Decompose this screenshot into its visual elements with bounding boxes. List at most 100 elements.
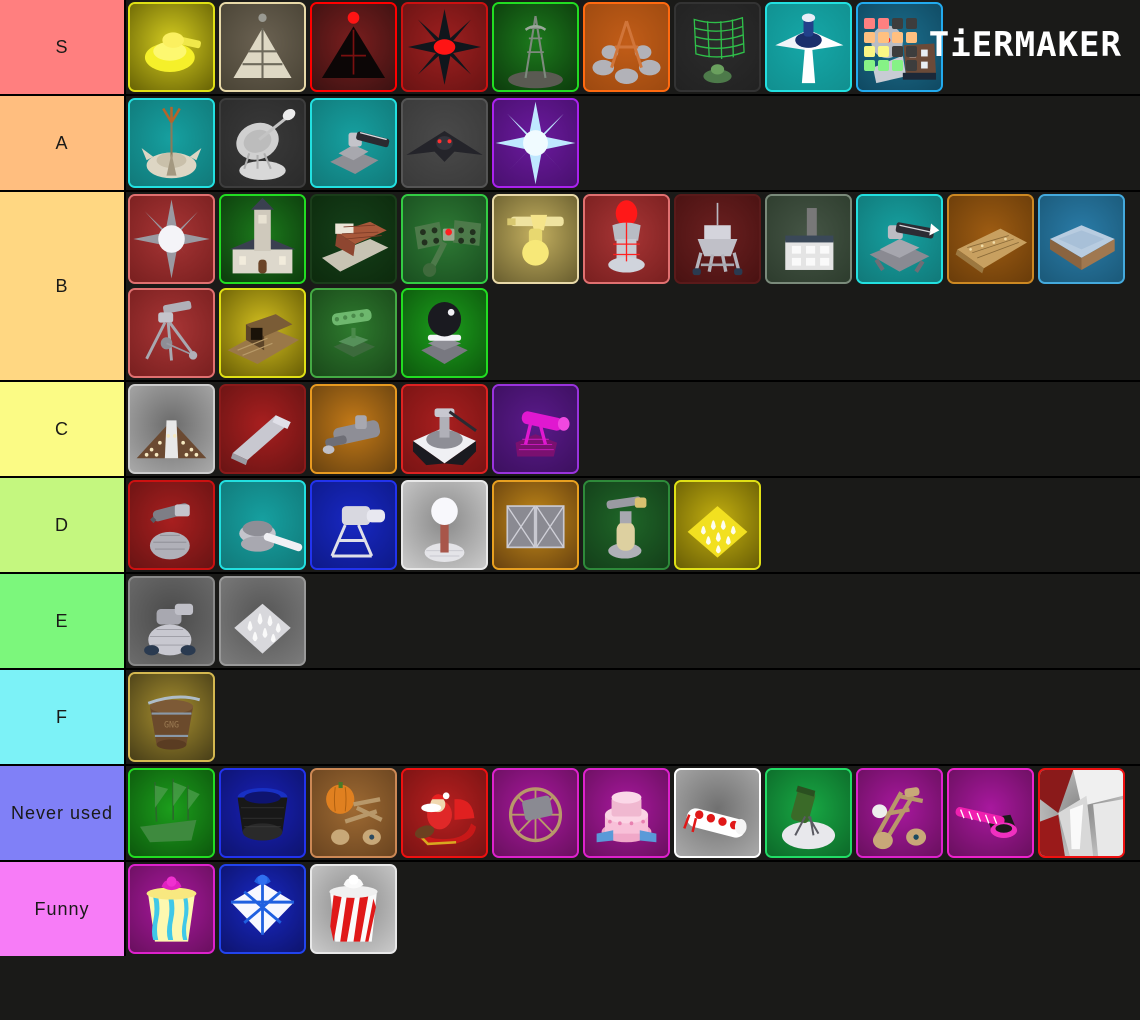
satellite-dish-grey-thumbnail[interactable] — [219, 98, 306, 188]
teal-blue-aircraft-thumbnail[interactable] — [765, 2, 852, 92]
tier-item-purple-ice-star-burst[interactable] — [490, 96, 581, 190]
green-solar-panel-array-thumbnail[interactable] — [674, 2, 761, 92]
tier-item-blue-radar-base-building[interactable] — [854, 0, 945, 94]
tier-item-blue-striped-gift-box[interactable] — [217, 862, 308, 956]
tier-items-d[interactable] — [126, 478, 1140, 572]
tier-item-wooden-plank-ramp[interactable] — [945, 192, 1036, 286]
white-pyramid-structure-thumbnail[interactable] — [219, 2, 306, 92]
red-santa-sleigh-thumbnail[interactable] — [401, 768, 488, 858]
tier-item-green-sailing-ship[interactable] — [126, 766, 217, 860]
tier-item-white-pyramid-structure[interactable] — [217, 0, 308, 94]
brown-bucket-container-thumbnail[interactable]: GNG — [128, 672, 215, 762]
tier-label-f[interactable]: F — [0, 670, 126, 764]
grey-studded-ramp-thumbnail[interactable] — [128, 384, 215, 474]
tier-item-red-capsule-silo[interactable] — [581, 192, 672, 286]
blue-searchlight-tower-thumbnail[interactable] — [310, 480, 397, 570]
tier-item-factory-smokestack[interactable] — [763, 192, 854, 286]
tier-label-s[interactable]: S — [0, 0, 126, 94]
dark-brick-wall-platform-thumbnail[interactable] — [310, 194, 397, 284]
tier-item-purple-magenta-cannon[interactable] — [490, 382, 581, 476]
blue-mesh-drum-thumbnail[interactable] — [219, 768, 306, 858]
tier-item-yellow-wooden-bunker[interactable] — [217, 286, 308, 380]
tier-label-funny[interactable]: Funny — [0, 862, 126, 956]
green-snow-mortar-thumbnail[interactable] — [765, 768, 852, 858]
blue-water-basin-thumbnail[interactable] — [1038, 194, 1125, 284]
tier-item-green-solar-panel-array[interactable] — [672, 0, 763, 94]
green-black-dome-turret-thumbnail[interactable] — [401, 288, 488, 378]
tier-item-grey-mesh-turret[interactable] — [126, 574, 217, 668]
tier-items-b[interactable] — [126, 192, 1140, 380]
tier-item-green-fuel-tank-turret[interactable] — [581, 478, 672, 572]
wooden-plank-ramp-thumbnail[interactable] — [947, 194, 1034, 284]
tier-label-b[interactable]: B — [0, 192, 126, 380]
tier-item-red-mounted-machine-gun[interactable] — [126, 478, 217, 572]
tier-item-grey-studded-ramp[interactable] — [126, 382, 217, 476]
tier-item-green-circuit-launcher[interactable] — [399, 192, 490, 286]
tier-item-teal-mortar-launcher[interactable] — [217, 478, 308, 572]
tier-item-red-core-spike-burst[interactable] — [399, 0, 490, 94]
blue-radar-base-building-thumbnail[interactable] — [856, 2, 943, 92]
tier-item-wooden-catapult[interactable] — [854, 766, 945, 860]
yellow-tank-turret-thumbnail[interactable] — [128, 2, 215, 92]
red-mounted-machine-gun-thumbnail[interactable] — [128, 480, 215, 570]
green-church-building-thumbnail[interactable] — [219, 194, 306, 284]
magenta-striped-gift-box-thumbnail[interactable] — [128, 864, 215, 954]
tier-item-red-grey-blade-ramp[interactable] — [217, 382, 308, 476]
green-gatling-turret-thumbnail[interactable] — [310, 288, 397, 378]
green-circuit-launcher-thumbnail[interactable] — [401, 194, 488, 284]
purple-magenta-cannon-thumbnail[interactable] — [492, 384, 579, 474]
tier-item-red-striped-gift-box[interactable] — [308, 862, 399, 956]
tier-item-yellow-spike-trap-plate[interactable] — [672, 478, 763, 572]
white-red-crystal-shard-thumbnail[interactable] — [1038, 768, 1125, 858]
tier-item-yellow-tank-turret[interactable] — [126, 0, 217, 94]
tier-item-white-red-crystal-shard[interactable] — [1036, 766, 1127, 860]
tier-item-brown-bucket-container[interactable]: GNG — [126, 670, 217, 764]
tier-item-red-tripod-launcher[interactable] — [126, 286, 217, 380]
tier-item-teal-antenna-dome[interactable] — [126, 96, 217, 190]
tier-label-a[interactable]: A — [0, 96, 126, 190]
tier-item-white-spiked-orb[interactable] — [126, 192, 217, 286]
pink-cake-tower-thumbnail[interactable] — [583, 768, 670, 858]
pumpkin-catapult-thumbnail[interactable] — [310, 768, 397, 858]
yellow-wooden-bunker-thumbnail[interactable] — [219, 288, 306, 378]
yellow-crane-hammer-thumbnail[interactable] — [492, 194, 579, 284]
tier-item-grey-spike-trap-plate[interactable] — [217, 574, 308, 668]
tier-item-green-snow-mortar[interactable] — [763, 766, 854, 860]
tier-item-green-gatling-turret[interactable] — [308, 286, 399, 380]
tier-item-magenta-striped-gift-box[interactable] — [126, 862, 217, 956]
tier-item-blue-water-basin[interactable] — [1036, 192, 1127, 286]
blue-striped-gift-box-thumbnail[interactable] — [219, 864, 306, 954]
red-striped-gift-box-thumbnail[interactable] — [310, 864, 397, 954]
purple-ice-star-burst-thumbnail[interactable] — [492, 98, 579, 188]
tier-item-blue-searchlight-tower[interactable] — [308, 478, 399, 572]
tier-item-dark-brick-wall-platform[interactable] — [308, 192, 399, 286]
tier-item-grey-drilling-rig[interactable] — [672, 192, 763, 286]
teal-mortar-launcher-thumbnail[interactable] — [219, 480, 306, 570]
magenta-wheel-cart-cannon-thumbnail[interactable] — [492, 768, 579, 858]
tier-items-a[interactable] — [126, 96, 1140, 190]
green-fuel-tank-turret-thumbnail[interactable] — [583, 480, 670, 570]
orange-grey-barrel-thumbnail[interactable] — [310, 384, 397, 474]
teal-artillery-platform-thumbnail[interactable] — [310, 98, 397, 188]
tier-items-c[interactable] — [126, 382, 1140, 476]
tier-item-blue-mesh-drum[interactable] — [217, 766, 308, 860]
teal-antenna-dome-thumbnail[interactable] — [128, 98, 215, 188]
green-radio-tower-thumbnail[interactable] — [492, 2, 579, 92]
tier-items-e[interactable] — [126, 574, 1140, 668]
white-spiked-orb-thumbnail[interactable] — [128, 194, 215, 284]
tier-item-green-church-building[interactable] — [217, 192, 308, 286]
tier-item-orange-grey-barrel[interactable] — [308, 382, 399, 476]
black-red-pyramid-thumbnail[interactable] — [310, 2, 397, 92]
orange-mesh-double-gate-thumbnail[interactable] — [492, 480, 579, 570]
red-capsule-silo-thumbnail[interactable] — [583, 194, 670, 284]
tier-items-funny[interactable] — [126, 862, 1140, 956]
tier-item-white-ball-antenna[interactable] — [399, 478, 490, 572]
tier-label-c[interactable]: C — [0, 382, 126, 476]
red-core-spike-burst-thumbnail[interactable] — [401, 2, 488, 92]
tier-item-pink-cake-tower[interactable] — [581, 766, 672, 860]
wooden-catapult-thumbnail[interactable] — [856, 768, 943, 858]
tier-item-stealth-bomber-grey[interactable] — [399, 96, 490, 190]
tier-item-pumpkin-catapult[interactable] — [308, 766, 399, 860]
tier-item-pink-candy-cane-beam[interactable] — [945, 766, 1036, 860]
tier-items-never-used[interactable] — [126, 766, 1140, 860]
